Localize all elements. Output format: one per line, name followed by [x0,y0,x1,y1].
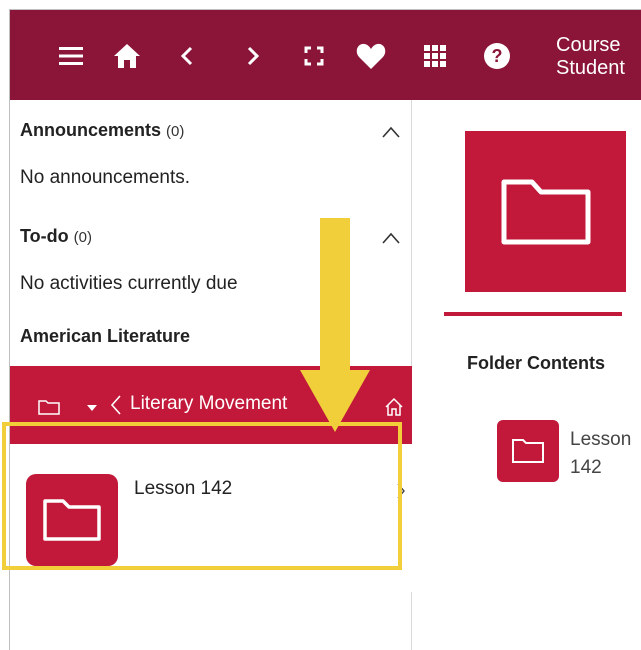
svg-text:?: ? [492,46,503,66]
folder-icon [501,179,590,244]
caret-down-icon[interactable] [86,404,98,412]
announcements-header[interactable]: Announcements (0) [20,120,184,141]
course-name-heading: American Literature [20,326,191,346]
collapse-announcements-icon[interactable] [382,126,400,138]
content-item-folder[interactable] [497,420,559,482]
help-icon[interactable]: ? [482,41,512,71]
collapse-todo-icon[interactable] [382,232,400,244]
back-chevron-icon[interactable] [172,41,202,71]
todo-label: To-do [20,226,69,246]
breadcrumb-back-icon[interactable] [110,394,122,416]
todo-header[interactable]: To-do (0) [20,226,92,247]
forward-chevron-icon[interactable] [238,41,268,71]
todo-count: (0) [73,229,92,246]
divider [444,312,622,316]
content-item-label[interactable]: Lesson 142 [570,426,641,482]
announcements-empty-text: No announcements. [20,167,191,188]
home-icon[interactable] [112,41,142,71]
course-title: Course Student [556,34,625,80]
folder-icon [512,439,544,463]
breadcrumb-home-icon[interactable] [384,397,404,417]
menu-icon[interactable] [56,41,86,71]
top-bar: ? Course Student [10,10,641,100]
announcements-label: Announcements [20,120,162,140]
folder-contents-heading: Folder Contents [467,353,605,373]
announcements-count: (0) [166,123,185,140]
breadcrumb-label[interactable]: Literary Movement [130,393,287,415]
main-content: Folder Contents Lesson 142 [413,100,641,650]
fullscreen-icon[interactable] [299,41,329,71]
course-title-line2: Student [556,57,625,79]
todo-empty-text: No activities currently due [20,273,238,294]
apps-grid-icon[interactable] [420,41,450,71]
current-folder-tile [465,131,626,292]
course-title-line1: Course [556,34,621,56]
folder-icon[interactable] [38,399,60,415]
heart-icon[interactable] [356,41,386,71]
highlight-box [2,422,402,570]
